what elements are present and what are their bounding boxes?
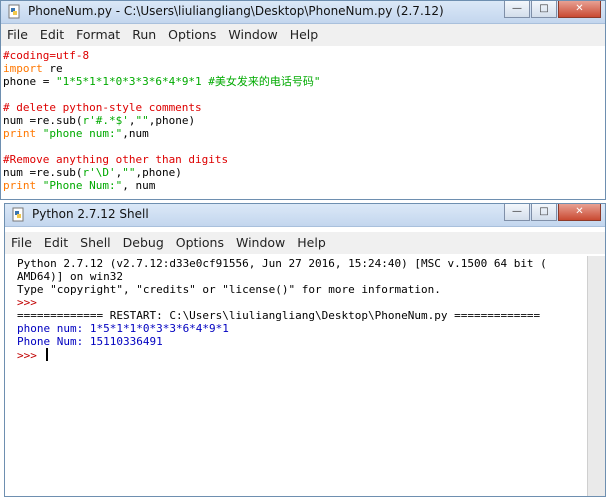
editor-menu-run[interactable]: Run bbox=[126, 24, 162, 42]
shell-line: phone num: 1*5*1*1*0*3*3*6*4*9*1 bbox=[17, 322, 585, 335]
editor-title: PhoneNum.py - C:\Users\liuliangliang\Des… bbox=[28, 4, 444, 18]
shell-line: AMD64)] on win32 bbox=[17, 270, 585, 283]
shell-prompt: >>> bbox=[17, 349, 44, 362]
editor-token: "phone num:" bbox=[42, 127, 123, 140]
shell-token: AMD64)] on win32 bbox=[17, 270, 123, 283]
editor-line: import re bbox=[3, 62, 603, 75]
editor-token: print bbox=[3, 127, 37, 140]
editor-menu-file[interactable]: File bbox=[1, 24, 34, 42]
editor-token: re bbox=[42, 62, 63, 75]
shell-menu-options[interactable]: Options bbox=[170, 232, 230, 250]
text-cursor bbox=[45, 348, 48, 361]
editor-token: # delete python-style comments bbox=[3, 101, 202, 114]
shell-token: ============= RESTART: C:\Users\liuliang… bbox=[17, 309, 541, 322]
editor-window-controls: — □ ✕ bbox=[503, 1, 601, 18]
editor-token: ,phone) bbox=[135, 166, 182, 179]
python-file-icon bbox=[8, 4, 20, 19]
maximize-button[interactable]: □ bbox=[531, 204, 557, 221]
editor-code-area[interactable]: #coding=utf-8 import re phone = "1*5*1*1*0… bbox=[3, 49, 603, 192]
editor-token: ,phone) bbox=[148, 114, 196, 127]
shell-menu-edit[interactable]: Edit bbox=[38, 232, 74, 250]
editor-token: #coding=utf-8 bbox=[3, 49, 90, 62]
editor-menu-format[interactable]: Format bbox=[70, 24, 126, 42]
editor-titlebar[interactable]: PhoneNum.py - C:\Users\liuliangliang\Des… bbox=[1, 1, 605, 24]
shell-prompt-line[interactable]: >>> bbox=[17, 348, 585, 362]
shell-line: >>> bbox=[17, 296, 585, 309]
editor-line: # delete python-style comments bbox=[3, 101, 603, 114]
editor-token: "1*5*1*1*0*3*3*6*4*9*1 #美女发来的电话号码" bbox=[55, 75, 321, 88]
shell-line: ============= RESTART: C:\Users\liuliang… bbox=[17, 309, 585, 322]
close-button[interactable]: ✕ bbox=[558, 204, 601, 221]
shell-menu-file[interactable]: File bbox=[5, 232, 38, 250]
editor-line: num =re.sub(r'\D',"",phone) bbox=[3, 166, 603, 179]
python-shell-icon bbox=[12, 207, 24, 222]
shell-line: Type "copyright", "credits" or "license(… bbox=[17, 283, 585, 296]
shell-token: phone num: 1*5*1*1*0*3*3*6*4*9*1 bbox=[17, 322, 229, 335]
editor-token: r'\D' bbox=[82, 166, 116, 179]
editor-line: print "phone num:",num bbox=[3, 127, 603, 140]
shell-line: Python 2.7.12 (v2.7.12:d33e0cf91556, Jun… bbox=[17, 257, 585, 270]
minimize-button[interactable]: — bbox=[504, 1, 530, 18]
editor-menu-window[interactable]: Window bbox=[222, 24, 283, 42]
shell-line: Phone Num: 15110336491 bbox=[17, 335, 585, 348]
editor-token: , num bbox=[122, 179, 156, 192]
editor-line: num =re.sub(r'#.*$',"",phone) bbox=[3, 114, 603, 127]
shell-menu-shell[interactable]: Shell bbox=[74, 232, 117, 250]
editor-token: "" bbox=[135, 114, 149, 127]
editor-token: num =re.sub( bbox=[3, 114, 83, 127]
editor-line: print "Phone Num:", num bbox=[3, 179, 603, 192]
shell-menu-debug[interactable]: Debug bbox=[117, 232, 170, 250]
editor-token: "" bbox=[122, 166, 136, 179]
shell-menubar: File Edit Shell Debug Options Window Help bbox=[5, 232, 605, 254]
editor-token: num =re.sub( bbox=[3, 166, 83, 179]
editor-token: ,num bbox=[122, 127, 149, 140]
shell-window: Python 2.7.12 Shell — □ ✕ File Edit Shell D… bbox=[4, 203, 606, 497]
editor-menu-options[interactable]: Options bbox=[162, 24, 222, 42]
editor-token bbox=[36, 179, 43, 192]
editor-menubar: File Edit Format Run Options Window Help bbox=[1, 24, 605, 46]
shell-token: >>> bbox=[17, 296, 44, 309]
shell-token: Type "copyright", "credits" or "license(… bbox=[17, 283, 441, 296]
minimize-button[interactable]: — bbox=[504, 204, 530, 221]
editor-token: "Phone Num:" bbox=[42, 179, 123, 192]
editor-menu-edit[interactable]: Edit bbox=[34, 24, 70, 42]
shell-token: Python 2.7.12 (v2.7.12:d33e0cf91556, Jun… bbox=[17, 257, 547, 270]
shell-menu-help[interactable]: Help bbox=[291, 232, 332, 250]
shell-output-area[interactable]: Python 2.7.12 (v2.7.12:d33e0cf91556, Jun… bbox=[17, 257, 585, 362]
editor-token bbox=[36, 127, 43, 140]
shell-token: Phone Num: 15110336491 bbox=[17, 335, 163, 348]
editor-line: #coding=utf-8 bbox=[3, 49, 603, 62]
maximize-button[interactable]: □ bbox=[531, 1, 557, 18]
close-button[interactable]: ✕ bbox=[558, 1, 601, 18]
shell-window-controls: — □ ✕ bbox=[503, 204, 601, 221]
editor-token: import bbox=[3, 62, 43, 75]
editor-window: PhoneNum.py - C:\Users\liuliangliang\Des… bbox=[0, 0, 606, 200]
shell-title: Python 2.7.12 Shell bbox=[32, 207, 149, 221]
shell-scrollbar[interactable] bbox=[587, 256, 605, 496]
editor-menu-help[interactable]: Help bbox=[284, 24, 325, 42]
editor-token: #Remove anything other than digits bbox=[3, 153, 229, 166]
shell-menu-window[interactable]: Window bbox=[230, 232, 291, 250]
editor-line: #Remove anything other than digits bbox=[3, 153, 603, 166]
editor-token: phone = bbox=[3, 75, 56, 88]
editor-token: print bbox=[3, 179, 37, 192]
shell-titlebar[interactable]: Python 2.7.12 Shell — □ ✕ bbox=[5, 204, 605, 227]
editor-line: phone = "1*5*1*1*0*3*3*6*4*9*1 #美女发来的电话号… bbox=[3, 75, 603, 88]
editor-token: r'#.*$' bbox=[82, 114, 129, 127]
